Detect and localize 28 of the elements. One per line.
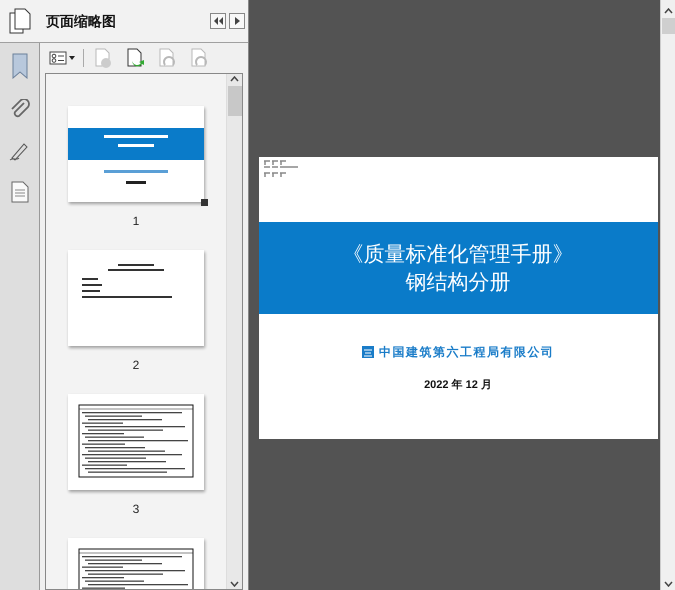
scrollbar[interactable]: [660, 0, 675, 590]
up-icon: [664, 8, 672, 14]
scrollbar[interactable]: [226, 74, 242, 589]
page-number: 3: [132, 501, 140, 516]
double-left-icon: [213, 17, 223, 25]
scroll-thumb[interactable]: [228, 86, 242, 116]
company-name: 中国建筑第六工程局有限公司: [378, 344, 554, 361]
down-icon: [230, 581, 239, 587]
signature-icon[interactable]: [8, 141, 30, 161]
expand-button[interactable]: [229, 13, 245, 29]
company-logo-icon: [362, 346, 374, 358]
pages-icon[interactable]: [9, 8, 31, 34]
selection-handle[interactable]: [201, 199, 208, 206]
document-icon[interactable]: [10, 181, 28, 203]
caret-icon: [69, 56, 75, 60]
document-date: 2022 年 12 月: [424, 378, 492, 393]
page-number: 2: [132, 357, 140, 372]
collapse-button[interactable]: [210, 13, 226, 29]
scroll-thumb[interactable]: [662, 18, 674, 34]
document-title: 《质量标准化管理手册》: [342, 241, 574, 268]
logo-icon: [262, 160, 298, 178]
down-icon: [664, 581, 672, 587]
document-subtitle: 钢结构分册: [406, 269, 510, 296]
page-number: 1: [132, 213, 140, 228]
up-icon: [230, 76, 239, 82]
bookmark-icon[interactable]: [10, 53, 28, 79]
right-icon: [234, 17, 240, 25]
panel-title: 页面缩略图: [46, 12, 117, 30]
